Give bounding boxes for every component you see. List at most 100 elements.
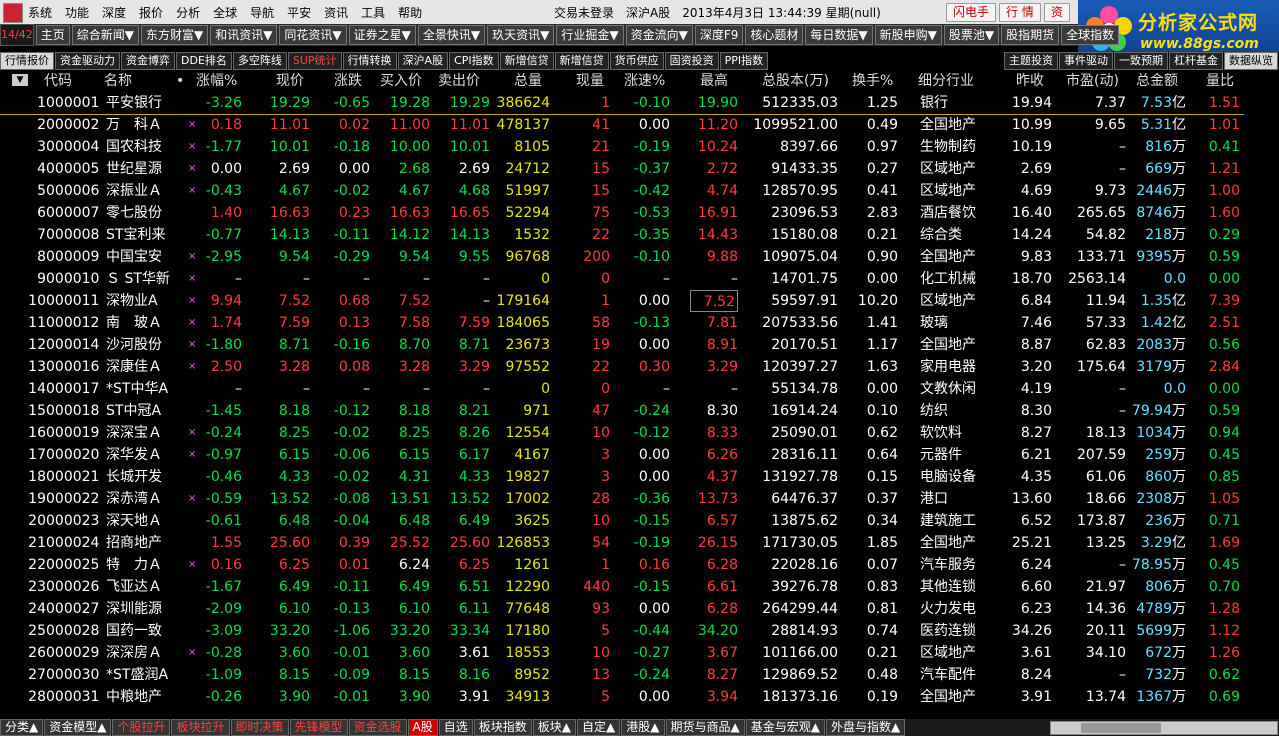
table-row[interactable]: 14 000017 *ST中华A – – – – – 0 0 – – 55134.78 0.00 文教休闲 4… [0,378,1279,400]
nav-button[interactable]: 股指期货 [1001,25,1060,45]
table-row[interactable]: 16 000019 深深宝Ａ × -0.24 8.25 -0.02 8.25 8.26 12554… [0,422,1279,444]
view-tab[interactable]: 多空阵线 [232,52,287,70]
bottom-tab[interactable]: 基金与宏观▲ [745,719,825,736]
table-row[interactable]: 22 000025 特 力Ａ × 0.16 6.25 0.01 6.24 6.25 1261 1 0.… [0,554,1279,576]
column-header[interactable]: 量比 [1206,71,1240,91]
view-tab[interactable]: SUP统计 [287,52,342,70]
bottom-tab[interactable]: 分类▲ [0,719,44,736]
view-tab[interactable]: 货币供应 [609,52,664,70]
table-row[interactable]: 12 000014 沙河股份 × -1.80 8.71 -0.16 8.70 8.71 23673… [0,334,1279,356]
column-header[interactable]: 涨幅% [196,71,244,91]
scrollbar-thumb[interactable] [1081,723,1161,733]
column-header[interactable]: 现量 [576,71,610,91]
view-tab[interactable]: 资金驱动力 [55,52,120,70]
menu-item[interactable]: 功能 [65,4,89,21]
bottom-tab[interactable]: 即时决策 [230,719,289,736]
nav-button[interactable]: 核心题材 [745,25,804,45]
menu-item[interactable]: 深度 [102,4,126,21]
menu-item[interactable]: 帮助 [398,4,422,21]
column-header[interactable]: 代码 [44,71,94,91]
horizontal-scrollbar[interactable] [1050,721,1278,735]
top-button[interactable]: 闪电手 [946,3,997,22]
nav-button[interactable]: 每日数据▼ [805,25,873,45]
bottom-tab[interactable]: 自选 [438,719,473,736]
column-header[interactable]: 卖出价 [438,71,492,91]
table-row[interactable]: 6 000007 零七股份 1.40 16.63 0.23 16.63 16.65 52294 7… [0,202,1279,224]
menu-item[interactable]: 工具 [361,4,385,21]
column-header[interactable]: 涨速% [624,71,674,91]
menu-item[interactable]: 平安 [287,4,311,21]
table-row[interactable]: 3 000004 国农科技 × -1.77 10.01 -0.18 10.00 10.01 810… [0,136,1279,158]
view-tab-right[interactable]: 一致预期 [1114,52,1168,70]
table-row[interactable]: 8 000009 中国宝安 × -2.95 9.54 -0.29 9.54 9.55 96768 2… [0,246,1279,268]
bottom-tab[interactable]: 资金模型▲ [44,719,112,736]
table-row[interactable]: 11 000012 南 玻Ａ × 1.74 7.59 0.13 7.58 7.59 184065 5… [0,312,1279,334]
bottom-tab[interactable]: 板块拉升 [171,719,230,736]
table-row[interactable]: 26 000029 深深房Ａ × -0.28 3.60 -0.01 3.60 3.61 18553… [0,642,1279,664]
column-header[interactable]: 总金额 [1136,71,1188,91]
nav-button[interactable]: 新股申购▼ [874,25,942,45]
menu-item[interactable]: 报价 [139,4,163,21]
view-tab[interactable]: 新增信贷 [554,52,609,70]
view-tab[interactable]: 行情报价 [0,52,54,70]
bottom-tab[interactable]: 板块▲ [532,719,577,736]
nav-button[interactable]: 综合新闻▼ [71,25,139,45]
table-row[interactable]: 15 000018 ST中冠A -1.45 8.18 -0.12 8.18 8.21 971 47… [0,400,1279,422]
view-tab[interactable]: DDE排名 [176,52,232,70]
view-tab[interactable]: 固资投资 [664,52,719,70]
menu-item[interactable]: 系统 [28,4,52,21]
table-row[interactable]: 4 000005 世纪星源 × 0.00 2.69 0.00 2.68 2.69 24712 15-… [0,158,1279,180]
table-row[interactable]: 1 000001 平安银行 -3.26 19.29 -0.65 19.28 19.29 3866… [0,92,1279,114]
nav-button[interactable]: 股票池▼ [943,25,1000,45]
view-tab-right[interactable]: 事件驱动 [1059,52,1113,70]
bottom-tab[interactable]: 外盘与指数▲ [825,719,906,736]
bottom-tab[interactable]: 先锋模型 [289,719,348,736]
page-indicator[interactable]: 14/42 [0,24,34,46]
bottom-tab[interactable]: 港股▲ [621,719,665,736]
view-tab[interactable]: 行情转换 [342,52,397,70]
table-row[interactable]: 25 000028 国药一致 -3.09 33.20 -1.06 33.20 33.34 171… [0,620,1279,642]
view-tab[interactable]: 新增信贷 [499,52,554,70]
nav-button[interactable]: 和讯资讯▼ [210,25,278,45]
table-row[interactable]: 5 000006 深振业Ａ × -0.43 4.67 -0.02 4.67 4.68 51997 1… [0,180,1279,202]
column-header[interactable]: 最高 [700,71,738,91]
view-tab[interactable]: 资金博弈 [121,52,175,70]
menu-item[interactable]: 分析 [176,4,200,21]
nav-button[interactable]: 深度F9 [694,25,744,45]
view-tab-right[interactable]: 数据纵览 [1224,52,1278,70]
table-row[interactable]: 9 000010 Ｓ ST华新 × – – – – –0 0– –14701.75 0.00 化工机械 1… [0,268,1279,290]
table-row[interactable]: 18 000021 长城开发 -0.46 4.33 -0.02 4.31 4.33 19827 3… [0,466,1279,488]
nav-button[interactable]: 全景快讯▼ [417,25,486,45]
nav-button[interactable]: 主页 [35,25,70,45]
bottom-tab[interactable]: 资金选股 [348,719,407,736]
column-header[interactable]: 名称 [104,71,164,91]
bottom-tab[interactable]: 个股拉升 [112,719,171,736]
table-row[interactable]: 10 000011 深物业A × 9.94 7.52 0.68 7.52–179164 1 0.0… [0,290,1279,312]
table-row[interactable]: 7 000008 ST宝利来 -0.77 14.13 -0.11 14.12 14.13 153… [0,224,1279,246]
table-row[interactable]: 24 000027 深圳能源 -2.09 6.10 -0.13 6.10 6.11 77648 9… [0,598,1279,620]
nav-button[interactable]: 同花资讯▼ [279,25,347,45]
menu-item[interactable]: 资讯 [324,4,348,21]
table-row[interactable]: 2 000002 万 科Ａ × 0.18 11.01 0.02 11.00 11.01 47813… [0,114,1279,136]
top-button[interactable]: 行 情 [999,3,1041,22]
view-tab[interactable]: 深沪A股 [397,52,449,70]
nav-button[interactable]: 玖天资讯▼ [487,25,555,45]
column-header[interactable]: • [176,71,186,91]
column-header[interactable]: 涨跌 [334,71,370,91]
table-row[interactable]: 19 000022 深赤湾Ａ × -0.59 13.52 -0.08 13.51 13.52 17… [0,488,1279,510]
view-tab[interactable]: PPI指数 [719,52,769,70]
column-header[interactable]: 总股本(万) [762,71,838,91]
column-header[interactable]: 市盈(动) [1066,71,1124,91]
bottom-tab[interactable]: 期货与商品▲ [665,719,745,736]
column-header[interactable]: 细分行业 [918,71,984,91]
nav-button[interactable]: 东方财富▼ [140,25,209,45]
bottom-tab[interactable]: 板块指数 [473,719,532,736]
column-header[interactable]: 总量 [514,71,550,91]
column-header[interactable]: 昨收 [1016,71,1052,91]
table-row[interactable]: 28 000031 中粮地产 -0.26 3.90 -0.01 3.90 3.91 34913 5… [0,686,1279,708]
table-row[interactable]: 23 000026 飞亚达Ａ -1.67 6.49 -0.11 6.49 6.51 12290 4… [0,576,1279,598]
table-row[interactable]: 17 000020 深华发Ａ × -0.97 6.15 -0.06 6.15 6.17 4167 3… [0,444,1279,466]
table-row[interactable]: 21 000024 招商地产 1.55 25.60 0.39 25.52 25.60 12685… [0,532,1279,554]
menu-item[interactable]: 导航 [250,4,274,21]
column-header[interactable]: 买入价 [380,71,430,91]
